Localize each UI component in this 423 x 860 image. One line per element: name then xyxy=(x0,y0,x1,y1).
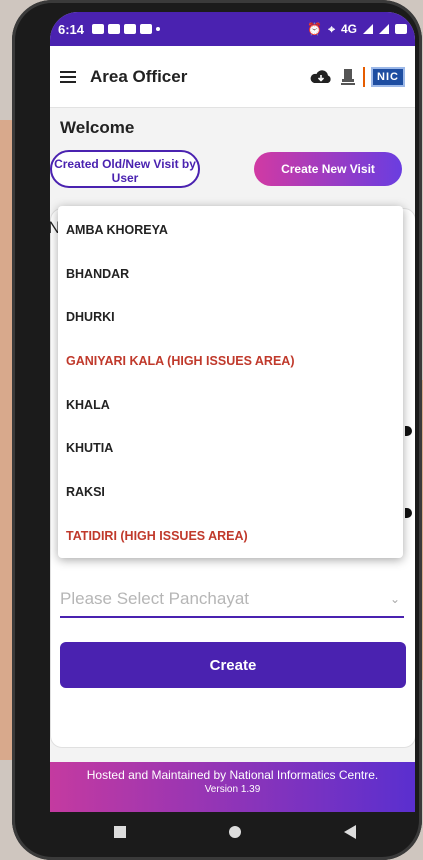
panchayat-select[interactable]: Please Select Panchayat ⌄ xyxy=(60,582,404,618)
network-label: 4G xyxy=(340,22,357,36)
footer-hosted-text: Hosted and Maintained by National Inform… xyxy=(86,768,379,782)
phone-frame: 6:14 ⏰ ⌖ 4G Area Officer NIC Welcome Cre… xyxy=(12,0,422,860)
notification-icon xyxy=(92,24,105,34)
app-bar: Area Officer NIC xyxy=(50,46,415,108)
village-dropdown-menu: AMBA KHOREYA BHANDAR DHURKI GANIYARI KAL… xyxy=(58,206,403,558)
dropdown-option[interactable]: TATIDIRI (HIGH ISSUES AREA) xyxy=(58,514,403,558)
status-bar: 6:14 ⏰ ⌖ 4G xyxy=(50,12,415,46)
dropdown-option[interactable]: GANIYARI KALA (HIGH ISSUES AREA) xyxy=(58,339,403,383)
notification-icons xyxy=(92,24,161,34)
logo-separator xyxy=(363,66,366,87)
app-title: Area Officer xyxy=(90,66,188,86)
more-notifications-icon xyxy=(156,27,161,31)
cloud-download-icon[interactable] xyxy=(309,69,333,85)
signal-icon xyxy=(379,24,389,34)
national-emblem-icon xyxy=(341,68,356,85)
create-new-visit-button[interactable]: Create New Visit xyxy=(254,152,402,186)
back-icon[interactable] xyxy=(343,825,356,839)
created-visits-button[interactable]: Created Old/New Visit by User xyxy=(50,150,200,188)
app-actions: NIC xyxy=(309,66,405,87)
dropdown-option[interactable]: DHURKI xyxy=(58,295,403,339)
recents-icon[interactable] xyxy=(113,826,126,838)
footer: Hosted and Maintained by National Inform… xyxy=(50,762,415,812)
dropdown-option[interactable]: KHUTIA xyxy=(58,426,403,470)
panchayat-placeholder: Please Select Panchayat xyxy=(60,589,250,608)
menu-icon[interactable] xyxy=(60,70,76,83)
notification-icon xyxy=(140,24,153,34)
nic-logo: NIC xyxy=(371,66,405,87)
battery-icon xyxy=(395,24,407,34)
dropdown-option[interactable]: BHANDAR xyxy=(58,252,403,296)
dropdown-option[interactable]: AMBA KHOREYA xyxy=(58,208,403,252)
chevron-down-icon: ⌄ xyxy=(389,592,400,606)
dropdown-option[interactable]: KHALA xyxy=(58,383,403,427)
dropdown-option[interactable]: RAKSI xyxy=(58,470,403,514)
location-icon: ⌖ xyxy=(328,21,335,36)
signal-icon xyxy=(363,24,373,34)
home-icon[interactable] xyxy=(228,826,241,838)
status-time: 6:14 xyxy=(58,21,85,37)
notification-icon xyxy=(124,24,137,34)
phone-screen: 6:14 ⏰ ⌖ 4G Area Officer NIC Welcome Cre… xyxy=(50,12,415,812)
notification-icon xyxy=(108,24,121,34)
status-right: ⏰ ⌖ 4G xyxy=(307,22,407,37)
welcome-text: Welcome xyxy=(60,118,135,137)
footer-version: Version 1.39 xyxy=(204,784,261,795)
create-button[interactable]: Create xyxy=(60,642,406,688)
alarm-icon: ⏰ xyxy=(307,22,323,36)
android-nav-bar xyxy=(62,812,407,852)
